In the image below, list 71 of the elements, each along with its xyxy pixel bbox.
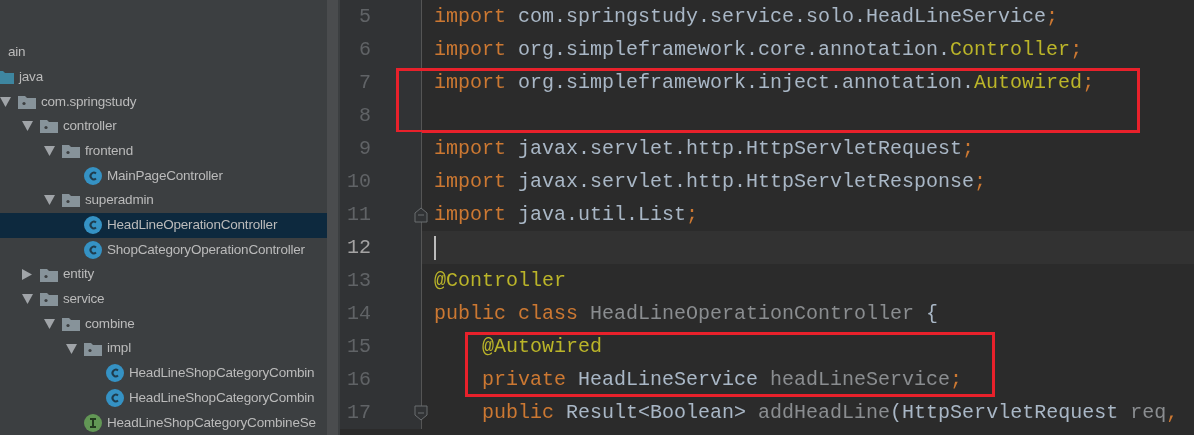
- tree-label: controller: [63, 117, 117, 136]
- tree-label: ain: [8, 43, 26, 62]
- tree-label: HeadLineShopCategoryCombin: [129, 364, 315, 383]
- tree-label: frontend: [85, 141, 133, 160]
- tree-row[interactable]: HeadLineShopCategoryCombineSe: [0, 410, 327, 435]
- class-icon: [84, 166, 102, 185]
- class-icon: [106, 364, 124, 383]
- tree-row[interactable]: entity: [0, 262, 327, 287]
- fold-marker-icon[interactable]: [414, 206, 428, 223]
- tree-row[interactable]: frontend: [0, 138, 327, 164]
- code-line: import com.springstudy.service.solo.HeadLineService;: [434, 3, 1059, 30]
- code-line: @Controller: [434, 267, 567, 294]
- tree-label: HeadLineShopCategoryCombineSe: [107, 413, 316, 432]
- folder-icon: [0, 70, 14, 85]
- folder-icon: [40, 119, 58, 134]
- code-line: import javax.servlet.http.HttpServletResponse;: [434, 168, 987, 195]
- tree-row[interactable]: HeadLineOperationController: [0, 212, 327, 238]
- tree-label: java: [19, 67, 43, 86]
- tree-row[interactable]: controller: [0, 114, 327, 139]
- expand-arrow-icon[interactable]: [43, 195, 55, 206]
- code-line: import org.simpleframework.core.annotation.Controller;: [434, 36, 1083, 63]
- folder-icon: [40, 267, 58, 282]
- code-line: import javax.servlet.http.HttpServletRequest;: [434, 135, 975, 162]
- folder-icon: [18, 94, 36, 109]
- folder-icon: [62, 316, 80, 331]
- expand-arrow-icon[interactable]: [0, 96, 11, 107]
- expand-arrow-icon[interactable]: [65, 343, 77, 354]
- tree-label: HeadLineOperationController: [107, 216, 278, 235]
- code-line: public class HeadLineOperationController {: [434, 300, 939, 327]
- code-line: private HeadLineService headLineService;: [481, 366, 963, 393]
- tree-label: MainPageController: [107, 166, 223, 185]
- tree-row[interactable]: service: [0, 286, 327, 312]
- code-line: import java.util.List;: [434, 201, 699, 228]
- tree-row[interactable]: java: [0, 64, 327, 90]
- class-icon: [84, 216, 102, 235]
- tree-row[interactable]: ShopCategoryOperationController: [0, 237, 327, 263]
- tree-label: combine: [85, 314, 135, 333]
- folder-icon: [62, 144, 80, 159]
- interface-icon: [84, 413, 102, 432]
- folder-icon: [62, 193, 80, 208]
- code-line: @Autowired: [481, 333, 603, 360]
- folder-icon: [40, 292, 58, 307]
- expand-arrow-icon[interactable]: [21, 121, 33, 132]
- tree-row[interactable]: superadmin: [0, 188, 327, 213]
- class-icon: [84, 240, 102, 259]
- text-cursor: [434, 235, 436, 260]
- code-line: import org.simpleframework.inject.annotation.Autowired;: [434, 69, 1095, 96]
- collapse-arrow-icon[interactable]: [22, 269, 32, 281]
- tree-row[interactable]: HeadLineShopCategoryCombin: [0, 385, 327, 411]
- class-icon: [106, 388, 124, 407]
- tree-label: HeadLineShopCategoryCombin: [129, 388, 315, 407]
- tree-row[interactable]: combine: [0, 311, 327, 337]
- tree-row[interactable]: com.springstudy: [0, 89, 327, 115]
- tree-row[interactable]: HeadLineShopCategoryCombin: [0, 360, 327, 386]
- tree-label: com.springstudy: [41, 92, 137, 111]
- expand-arrow-icon[interactable]: [43, 146, 55, 157]
- code-line: public Result<Boolean> addHeadLine(HttpServletRequest req,: [481, 399, 1179, 426]
- tree-row[interactable]: MainPageController: [0, 163, 327, 189]
- tree-row[interactable]: impl: [0, 336, 327, 361]
- tree-label: impl: [107, 339, 131, 358]
- folder-icon: [84, 341, 102, 356]
- tree-label: entity: [63, 265, 95, 284]
- scrollbar[interactable]: [327, 0, 338, 435]
- tree-label: superadmin: [85, 191, 154, 210]
- expand-arrow-icon[interactable]: [21, 294, 33, 305]
- line-number: 12: [347, 234, 371, 261]
- tree-row[interactable]: ain: [0, 40, 327, 65]
- fold-marker-icon[interactable]: [414, 404, 428, 421]
- expand-arrow-icon[interactable]: [43, 318, 55, 329]
- tree-label: ShopCategoryOperationController: [107, 240, 305, 259]
- tree-label: service: [63, 290, 105, 309]
